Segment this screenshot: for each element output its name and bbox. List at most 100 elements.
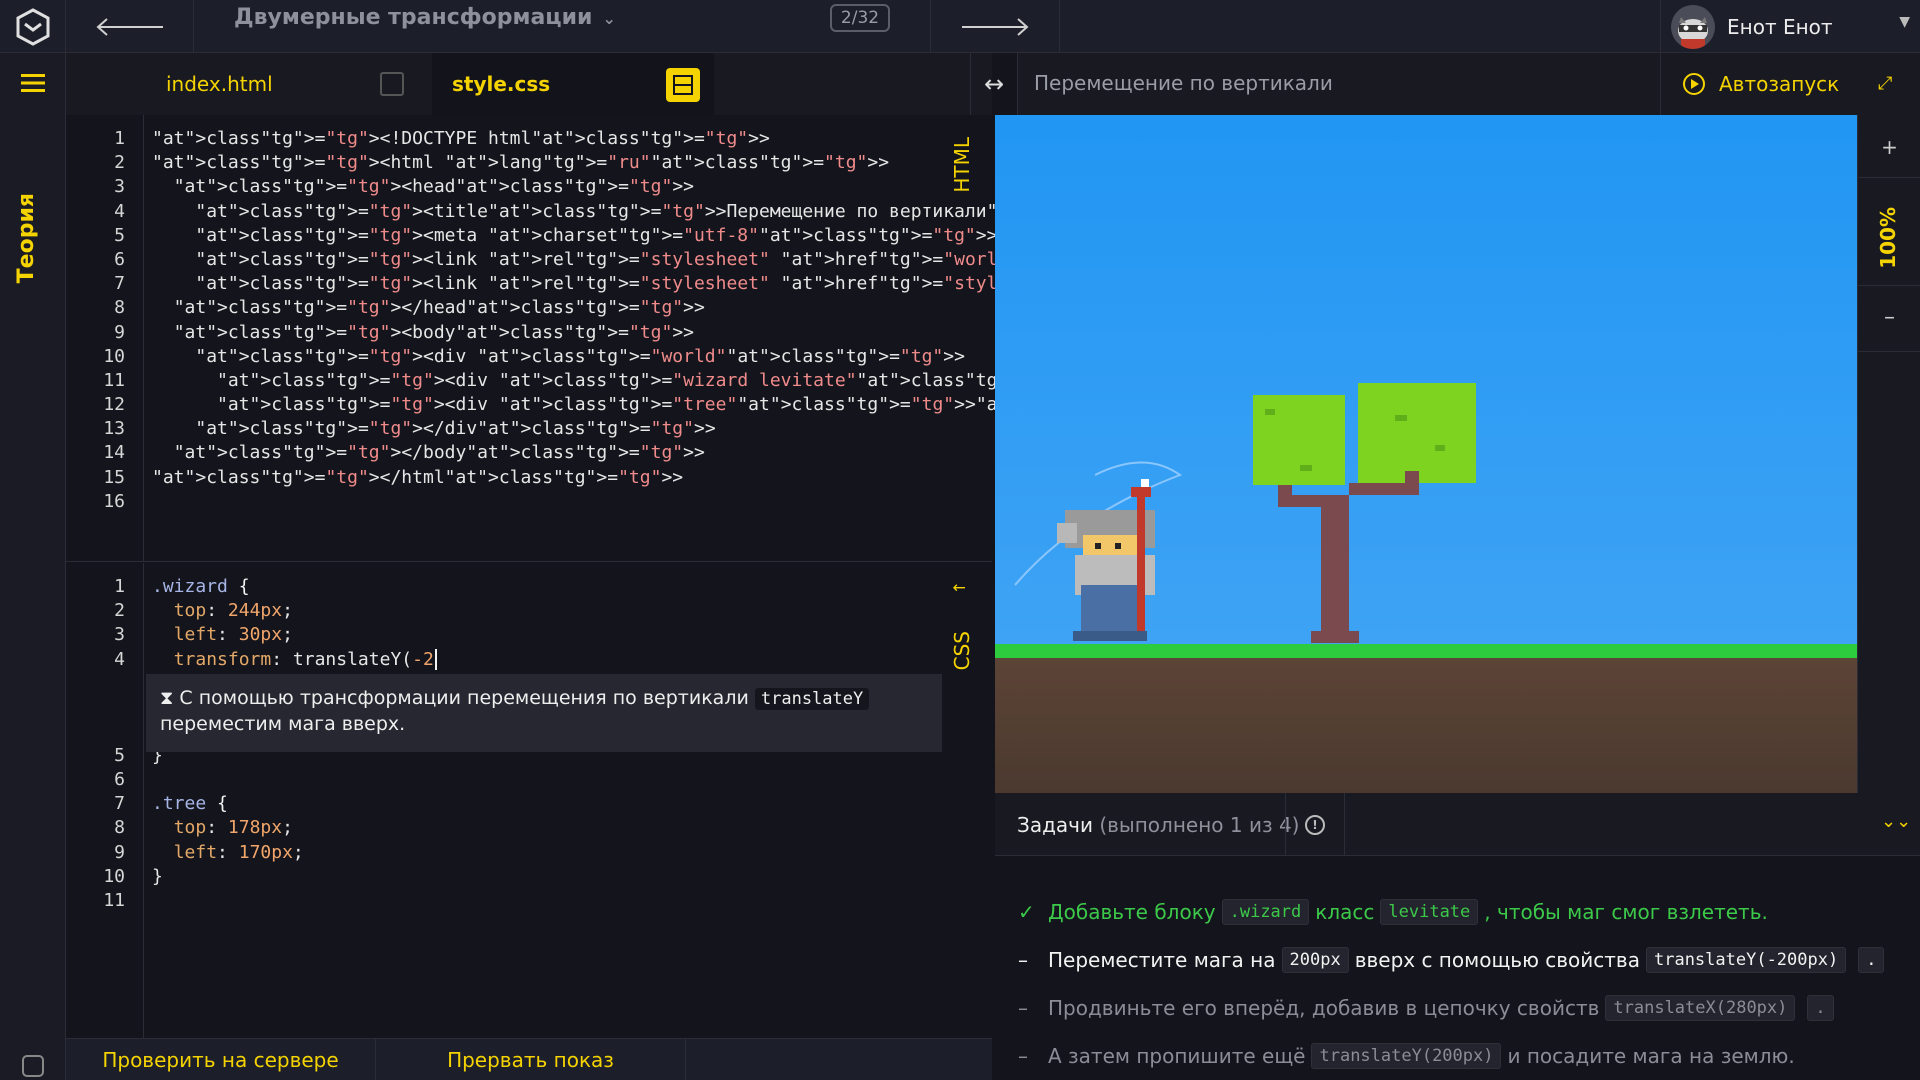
line-number: 3 <box>114 176 125 198</box>
line-number: 10 <box>103 345 125 367</box>
line-number: 14 <box>103 442 125 464</box>
code-line[interactable] <box>152 889 437 913</box>
top-bar: Двумерные трансформации ⌄ 2/32 Енот Енот … <box>0 0 1920 53</box>
line-number: 11 <box>103 889 125 911</box>
line-number: 2 <box>114 600 125 622</box>
progress-badge[interactable]: 2/32 <box>830 4 890 32</box>
line-number: 4 <box>114 200 125 222</box>
info-button[interactable]: ! <box>1285 793 1345 856</box>
line-number: 10 <box>103 865 125 887</box>
arrow-up-icon[interactable]: ↑ <box>950 581 969 594</box>
line-number: 12 <box>103 394 125 416</box>
task-item: – Переместите мага на 200px вверх с помощ… <box>1018 936 1918 984</box>
autorun-button[interactable]: Автозапуск <box>1660 53 1860 115</box>
task-text: и посадите мага на землю. <box>1507 1044 1795 1068</box>
arrow-left-icon <box>95 17 163 36</box>
task-code: levitate <box>1380 899 1479 925</box>
code-line[interactable] <box>152 768 437 792</box>
text-cursor <box>434 648 437 670</box>
divider <box>1858 351 1920 352</box>
divider <box>1858 177 1920 178</box>
tab-index-html[interactable]: index.html <box>66 53 432 115</box>
check-icon: ✓ <box>1018 900 1035 924</box>
line-number: 6 <box>114 248 125 270</box>
task-code: translateY(-200px) <box>1645 947 1847 973</box>
task-code: . <box>1858 947 1885 973</box>
css-editor[interactable]: 1 2 3 4 5 6 7 8 9 10 11 .wizard { top: 244px; left… <box>66 563 992 1038</box>
play-icon <box>1683 73 1705 95</box>
chevron-down-icon: ▼ <box>1899 14 1910 30</box>
code-line[interactable]: left: 170px; <box>152 841 437 865</box>
code-line[interactable]: transform: translateY(-2 <box>152 648 437 672</box>
collapse-panel-icon[interactable] <box>380 72 404 96</box>
code-line[interactable]: top: 178px; <box>152 816 437 840</box>
line-number: 11 <box>103 369 125 391</box>
panel-active-icon[interactable] <box>666 68 700 102</box>
collapse-icon[interactable]: ⌄⌄ <box>1881 811 1911 832</box>
task-code: translateX(280px) <box>1605 995 1796 1021</box>
task-text: Добавьте блоку <box>1048 900 1216 924</box>
resize-horizontal-icon[interactable]: ↔ <box>970 53 1018 115</box>
line-number: 5 <box>114 224 125 246</box>
preview-title: Перемещение по вертикали <box>1034 71 1333 95</box>
logo-icon[interactable] <box>0 0 66 53</box>
bug-report-icon[interactable] <box>22 1055 44 1077</box>
line-numbers: 1 2 3 4 5 6 7 8 9 10 11 <box>66 563 144 1038</box>
autorun-label: Автозапуск <box>1719 72 1840 96</box>
user-menu[interactable]: Енот Енот ▼ <box>1660 0 1920 53</box>
editor-tabs: index.html style.css <box>66 53 992 115</box>
code-line[interactable]: left: 30px; <box>152 623 437 647</box>
dash-icon: – <box>1018 1044 1028 1068</box>
line-numbers: 1 2 3 4 5 6 7 8 9 10 11 12 13 14 15 16 <box>66 115 144 561</box>
tasks-header: Задачи (выполнено 1 из 4) ! ⌄⌄ <box>995 793 1920 856</box>
line-number: 9 <box>114 841 125 863</box>
line-number: 7 <box>114 273 125 295</box>
expand-icon[interactable]: ⤢ <box>1878 73 1892 94</box>
line-number: 1 <box>114 576 125 597</box>
course-title-dropdown[interactable]: Двумерные трансформации ⌄ <box>234 0 616 40</box>
tasks-title-text: Задачи <box>1017 813 1093 837</box>
arrow-right-icon <box>962 17 1029 36</box>
zoom-controls: + 100% – <box>1857 115 1920 793</box>
dash-icon: – <box>1018 996 1028 1020</box>
code-line[interactable]: .tree { <box>152 792 437 816</box>
task-code: 200px <box>1281 947 1349 973</box>
line-number: 5 <box>114 744 125 766</box>
line-number: 1 <box>114 128 125 149</box>
task-item: ✓ Добавьте блоку .wizard класс levitate, … <box>1018 888 1918 936</box>
divider <box>1858 285 1920 286</box>
hint-code: translateY <box>754 688 870 710</box>
task-item: – А затем пропишите ещё translateY(200px)… <box>1018 1032 1918 1080</box>
task-code: .wizard <box>1221 899 1310 925</box>
hourglass-icon: ⧗ <box>160 687 174 709</box>
back-arrow-button[interactable] <box>66 0 194 53</box>
preview-header: Перемещение по вертикали Автозапуск ⤢ <box>1018 53 1920 115</box>
line-number: 8 <box>114 297 125 319</box>
zoom-in-button[interactable]: + <box>1858 135 1920 159</box>
grass <box>995 644 1857 658</box>
menu-icon[interactable] <box>21 73 45 93</box>
tab-label: style.css <box>452 72 551 96</box>
check-on-server-button[interactable]: Проверить на сервере <box>66 1039 376 1080</box>
course-title: Двумерные трансформации <box>234 5 593 30</box>
tasks-count: (выполнено 1 из 4) <box>1099 813 1300 837</box>
task-text: Переместите мага на <box>1048 948 1276 972</box>
code-line[interactable]: } <box>152 865 437 889</box>
line-number: 15 <box>103 466 125 488</box>
tab-style-css[interactable]: style.css <box>432 53 714 115</box>
chevron-down-icon: ⌄ <box>602 9 616 28</box>
html-editor[interactable]: 1 2 3 4 5 6 7 8 9 10 11 12 13 14 15 16 "at">class"tg">=… <box>66 115 1615 562</box>
line-number: 8 <box>114 817 125 839</box>
zoom-out-button[interactable]: – <box>1858 305 1920 330</box>
code-line[interactable]: top: 244px; <box>152 599 437 623</box>
line-number: 4 <box>114 648 125 670</box>
wizard-sprite <box>1057 479 1155 641</box>
next-arrow-button[interactable] <box>930 0 1060 53</box>
theory-tab[interactable]: Теория <box>14 193 39 283</box>
line-number: 16 <box>103 490 125 512</box>
left-rail: Теория <box>0 53 66 1080</box>
dash-icon: – <box>1018 948 1028 972</box>
tree-sprite <box>1253 383 1476 643</box>
code-line[interactable]: .wizard { <box>152 575 437 599</box>
stop-demo-button[interactable]: Прервать показ <box>376 1039 686 1080</box>
